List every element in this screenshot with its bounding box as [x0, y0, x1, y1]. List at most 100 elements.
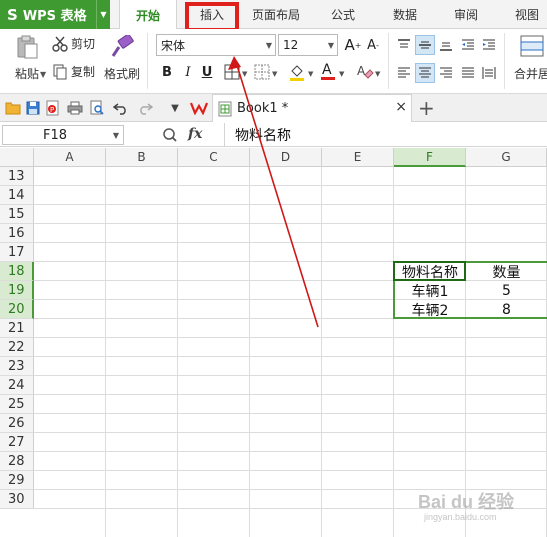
app-menu-dropdown-icon[interactable]: ▼: [96, 0, 110, 29]
indent-increase-icon: [482, 38, 496, 52]
font-color-dropdown-icon[interactable]: ▼: [339, 70, 344, 78]
tab-view[interactable]: 视图: [507, 0, 547, 29]
row-header-25[interactable]: 25: [0, 395, 34, 414]
tab-home[interactable]: 开始: [119, 0, 177, 30]
row-header-13[interactable]: 13: [0, 167, 34, 186]
tab-formulas[interactable]: 公式: [322, 0, 364, 29]
scissors-icon: [52, 36, 68, 52]
name-box[interactable]: F18 ▼: [2, 125, 124, 145]
row-header-26[interactable]: 26: [0, 414, 34, 433]
row-header-23[interactable]: 23: [0, 357, 34, 376]
align-center-button[interactable]: [415, 63, 435, 83]
active-cell[interactable]: [393, 261, 466, 281]
font-size-select[interactable]: 12 ▼: [278, 34, 338, 56]
fill-color-dropdown-icon[interactable]: ▼: [308, 70, 313, 78]
insert-function-icon[interactable]: fx: [188, 126, 202, 142]
grid-row-line: [34, 337, 547, 338]
align-top-button[interactable]: [394, 35, 414, 55]
column-header-a[interactable]: A: [34, 148, 106, 167]
font-name-select[interactable]: 宋体 ▼: [156, 34, 276, 56]
underline-button[interactable]: U: [197, 62, 217, 82]
row-header-24[interactable]: 24: [0, 376, 34, 395]
grow-font-button[interactable]: A +: [343, 35, 363, 55]
align-bottom-button[interactable]: [436, 35, 456, 55]
add-tab-icon[interactable]: +: [418, 96, 435, 120]
row-header-14[interactable]: 14: [0, 186, 34, 205]
paste-dropdown-icon[interactable]: ▼: [40, 70, 46, 79]
row-header-29[interactable]: 29: [0, 471, 34, 490]
fill-color-button[interactable]: [287, 62, 307, 82]
distributed-align-button[interactable]: [479, 63, 499, 83]
borders-button[interactable]: [222, 62, 242, 82]
align-left-button[interactable]: [394, 63, 414, 83]
align-right-button[interactable]: [436, 63, 456, 83]
justify-button[interactable]: [458, 63, 478, 83]
row-header-15[interactable]: 15: [0, 205, 34, 224]
column-header-c[interactable]: C: [178, 148, 250, 167]
formula-bar: F18 ▼ fx 物料名称: [0, 123, 547, 147]
zoom-icon[interactable]: [162, 127, 178, 146]
tab-review[interactable]: 审阅: [445, 0, 487, 29]
font-color-button[interactable]: A: [318, 61, 338, 81]
clear-format-dropdown-icon[interactable]: ▼: [375, 70, 380, 78]
merge-center-button[interactable]: 合并居: [512, 35, 547, 82]
bold-button[interactable]: B: [157, 62, 177, 82]
row-header-17[interactable]: 17: [0, 243, 34, 262]
clear-format-button[interactable]: A: [355, 62, 375, 82]
cell-style-dropdown-icon[interactable]: ▼: [272, 70, 277, 78]
borders-dropdown-icon[interactable]: ▼: [242, 70, 247, 78]
select-all-corner[interactable]: [0, 148, 34, 167]
undo-icon[interactable]: [112, 99, 130, 117]
app-name: WPS 表格: [22, 9, 87, 24]
align-left-icon: [397, 66, 411, 80]
wps-cloud-icon[interactable]: [190, 99, 208, 117]
column-header-b[interactable]: B: [106, 148, 178, 167]
cell-style-button[interactable]: [252, 62, 272, 82]
wps-logo-icon: S: [7, 5, 18, 24]
column-header-f[interactable]: F: [394, 148, 466, 167]
row-header-28[interactable]: 28: [0, 452, 34, 471]
row-header-18[interactable]: 18: [0, 262, 34, 281]
increase-indent-button[interactable]: [479, 35, 499, 55]
grid-row-line: [34, 204, 547, 205]
formula-input[interactable]: 物料名称: [224, 123, 547, 147]
italic-button[interactable]: I: [178, 62, 198, 82]
redo-icon[interactable]: [136, 99, 154, 117]
row-header-30[interactable]: 30: [0, 490, 34, 509]
column-header-e[interactable]: E: [322, 148, 394, 167]
align-middle-icon: [418, 38, 432, 52]
save-icon[interactable]: [24, 99, 42, 117]
decrease-indent-button[interactable]: [458, 35, 478, 55]
app-menu-button[interactable]: S WPS 表格 ▼: [0, 0, 110, 29]
column-header-d[interactable]: D: [250, 148, 322, 167]
worksheet-grid[interactable]: A B C D E F G 13 14 15 16 17 18 19 20 21 22 23 24 25 26 27 28 2…: [0, 148, 547, 537]
row-header-21[interactable]: 21: [0, 319, 34, 338]
export-pdf-icon[interactable]: P: [44, 99, 62, 117]
clipboard-icon: [14, 35, 40, 59]
shrink-font-button[interactable]: A-: [363, 35, 383, 55]
print-icon[interactable]: [66, 99, 84, 117]
row-header-22[interactable]: 22: [0, 338, 34, 357]
row-header-20[interactable]: 20: [0, 300, 34, 319]
align-middle-button[interactable]: [415, 35, 435, 55]
eraser-icon: A: [356, 63, 374, 81]
tab-data[interactable]: 数据: [384, 0, 426, 29]
row-header-27[interactable]: 27: [0, 433, 34, 452]
format-painter-button[interactable]: 格式刷: [104, 35, 140, 82]
print-preview-icon[interactable]: [88, 99, 106, 117]
menu-tab-bar: S WPS 表格 ▼ 开始 插入 页面布局 公式 数据 审阅 视图: [0, 0, 547, 30]
cut-button[interactable]: 剪切: [52, 35, 95, 52]
customize-toolbar-icon[interactable]: ▼: [166, 99, 184, 117]
document-tab-book1[interactable]: Book1 * ×: [212, 94, 412, 122]
column-header-g[interactable]: G: [466, 148, 547, 167]
format-painter-label: 格式刷: [104, 67, 141, 81]
copy-button[interactable]: 复制: [52, 63, 95, 80]
italic-icon: I: [185, 64, 191, 80]
tab-page-layout[interactable]: 页面布局: [246, 0, 306, 29]
row-header-16[interactable]: 16: [0, 224, 34, 243]
row-header-19[interactable]: 19: [0, 281, 34, 300]
close-tab-icon[interactable]: ×: [395, 99, 407, 115]
align-top-icon: [397, 38, 411, 52]
open-folder-icon[interactable]: [4, 99, 22, 117]
grid-row-line: [34, 470, 547, 471]
